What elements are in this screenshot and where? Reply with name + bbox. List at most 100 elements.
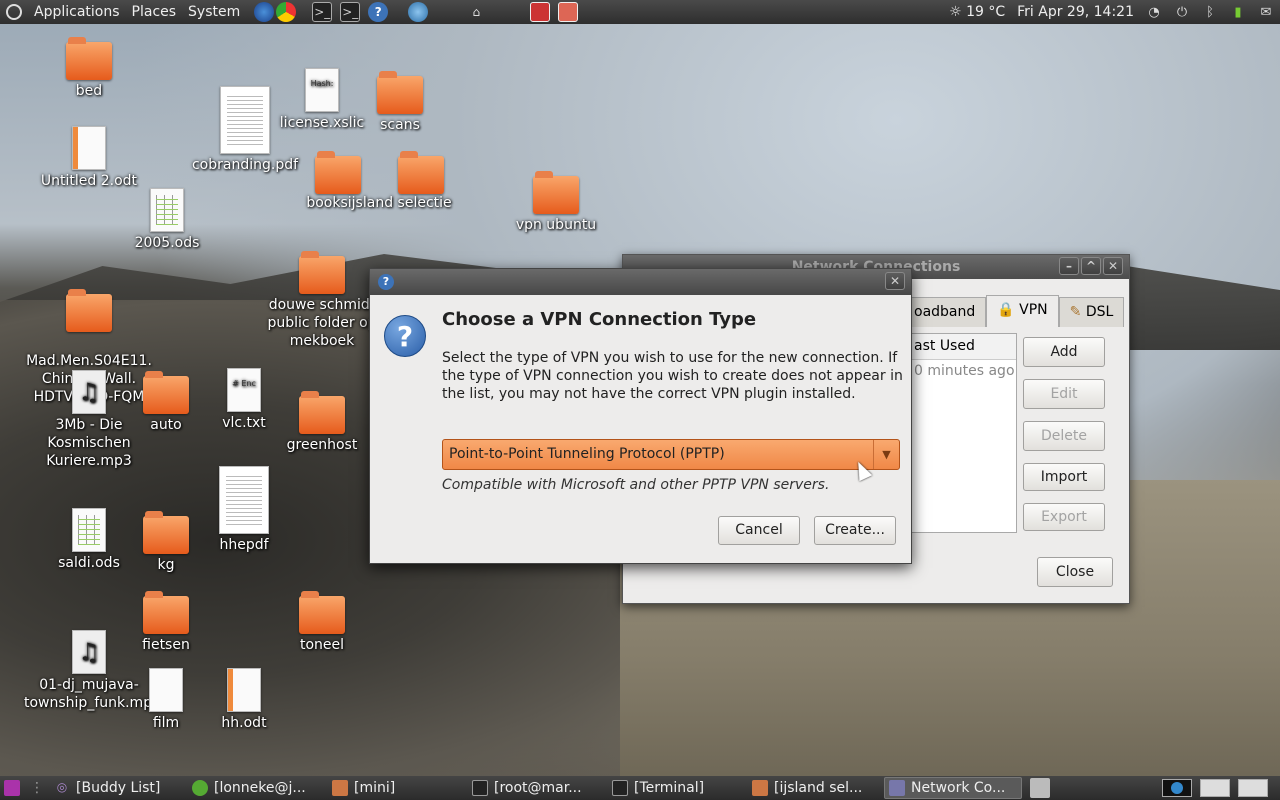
- menu-applications[interactable]: Applications: [28, 4, 126, 20]
- ubuntu-logo-icon[interactable]: [6, 4, 22, 20]
- show-desktop-button[interactable]: [0, 777, 24, 799]
- close-button[interactable]: Close: [1037, 557, 1113, 587]
- edit-button[interactable]: Edit: [1023, 379, 1105, 409]
- lock-icon: 🔒: [997, 302, 1015, 318]
- desktop-icon-label: bed: [75, 83, 103, 99]
- question-icon: ?: [378, 274, 394, 290]
- export-button[interactable]: Export: [1023, 503, 1105, 531]
- import-button[interactable]: Import: [1023, 463, 1105, 491]
- folder-icon: [752, 780, 768, 796]
- minimize-icon[interactable]: –: [1059, 257, 1079, 275]
- bottom-panel: ⋮ ◎ [Buddy List] [lonneke@j... [mini] [ro…: [0, 776, 1280, 800]
- taskbar-item-network-connections[interactable]: Network Co...: [884, 777, 1022, 799]
- tab-mobile-broadband[interactable]: oadband: [903, 297, 987, 327]
- desktop-icon-douwe-schmidt[interactable]: douwe schmidt public folder op mekboek: [257, 251, 387, 350]
- desktop-icon-hhepdf[interactable]: hhepdf: [179, 466, 309, 554]
- battery-icon[interactable]: ▮: [1230, 4, 1246, 20]
- desktop-icon-label: booksijsland selectie: [306, 195, 452, 211]
- taskbar-item-buddy-list[interactable]: ◎ [Buddy List]: [50, 777, 184, 799]
- desktop-icon-scans[interactable]: scans: [335, 71, 465, 134]
- help-launcher-icon[interactable]: ?: [368, 2, 389, 22]
- taskbar-item-lonneke[interactable]: [lonneke@j...: [188, 777, 324, 799]
- tab-vpn[interactable]: 🔒 VPN: [986, 295, 1059, 327]
- cancel-button[interactable]: Cancel: [718, 516, 800, 545]
- taskbar-item-label: [Buddy List]: [76, 780, 161, 796]
- desktop-icon: [4, 780, 20, 796]
- dialog-titlebar[interactable]: ? ✕: [370, 269, 911, 295]
- chrome-launcher-icon[interactable]: [276, 2, 297, 22]
- connection-list[interactable]: ast Used 0 minutes ago: [911, 333, 1017, 533]
- mail-icon[interactable]: ✉: [1258, 4, 1274, 20]
- desktop-icon-untitled-odt[interactable]: Untitled 2.odt: [24, 126, 154, 190]
- add-button[interactable]: Add: [1023, 337, 1105, 367]
- menu-places[interactable]: Places: [126, 4, 183, 20]
- power-icon[interactable]: ⏻: [1174, 4, 1190, 20]
- close-icon[interactable]: ✕: [1103, 257, 1123, 275]
- chat-launcher-icon[interactable]: [408, 2, 429, 22]
- desktop-icon-label: greenhost: [286, 437, 358, 453]
- taskbar-item-ijsland[interactable]: [ijsland sel...: [748, 777, 880, 799]
- column-header-last-used[interactable]: ast Used: [912, 334, 1016, 360]
- list-item[interactable]: 0 minutes ago: [912, 360, 1016, 382]
- folder-icon: [533, 171, 579, 214]
- top-panel: Applications Places System >_ >_ ? ⌂ ☼ 1…: [0, 0, 1280, 24]
- vpn-type-hint: Compatible with Microsoft and other PPTP…: [442, 477, 830, 493]
- taskbar-item-terminal[interactable]: [Terminal]: [608, 777, 744, 799]
- vpn-type-dialog: ? ✕ ? Choose a VPN Connection Type Selec…: [369, 268, 912, 564]
- wifi-icon[interactable]: ◔: [1146, 4, 1162, 20]
- taskbar-item-root[interactable]: [root@mar...: [468, 777, 604, 799]
- folder-icon: [299, 591, 345, 634]
- desktop-icon-toneel[interactable]: toneel: [257, 591, 387, 654]
- dialog-description: Select the type of VPN you wish to use f…: [442, 350, 903, 402]
- taskbar-item-label: [Terminal]: [634, 780, 705, 796]
- vpn-type-select[interactable]: Point-to-Point Tunneling Protocol (PPTP)…: [442, 439, 900, 470]
- firefox-launcher-icon[interactable]: [254, 2, 275, 22]
- menu-system[interactable]: System: [182, 4, 246, 20]
- desktop-icon-label: 2005.ods: [134, 235, 200, 251]
- chevron-down-icon[interactable]: ▼: [873, 440, 899, 469]
- bluetooth-icon[interactable]: ᛒ: [1202, 4, 1218, 20]
- desktop-icon-greenhost[interactable]: greenhost: [257, 391, 387, 454]
- workspace-1[interactable]: [1162, 779, 1192, 797]
- desktop-icon-vpn-ubuntu[interactable]: vpn ubuntu: [491, 171, 621, 234]
- text-file-icon: Hash:: [305, 68, 339, 112]
- desktop-icon-label: scans: [380, 117, 420, 133]
- delete-button[interactable]: Delete: [1023, 421, 1105, 451]
- taskbar-item-label: Network Co...: [911, 780, 1006, 796]
- vpn-type-selected-value: Point-to-Point Tunneling Protocol (PPTP): [449, 446, 725, 462]
- folder-icon: [397, 151, 444, 194]
- sun-icon: ☼: [949, 4, 962, 20]
- folder-icon: [66, 289, 112, 332]
- terminal-launcher-icon[interactable]: >_: [340, 2, 361, 22]
- close-icon[interactable]: ✕: [885, 272, 905, 290]
- workspace-2[interactable]: [1200, 779, 1230, 797]
- folder-icon: [299, 391, 345, 434]
- network-launcher-icon[interactable]: ⌂: [466, 2, 486, 22]
- desktop-icon-2005-ods[interactable]: 2005.ods: [102, 188, 232, 252]
- system-tray: ☼ 19 °C Fri Apr 29, 14:21 ◔ ⏻ ᛒ ▮ ✉: [949, 0, 1274, 24]
- workspace-3[interactable]: [1238, 779, 1268, 797]
- terminal-icon: [612, 780, 628, 796]
- weather-text: 19 °C: [966, 4, 1006, 20]
- desktop-icon-bed[interactable]: bed: [24, 37, 154, 100]
- panel-handle[interactable]: ⋮: [30, 780, 44, 796]
- weather-indicator[interactable]: ☼ 19 °C: [949, 4, 1005, 20]
- dialog-heading: Choose a VPN Connection Type: [442, 309, 757, 330]
- trash-icon[interactable]: [1030, 778, 1050, 798]
- network-icon: [889, 780, 905, 796]
- desktop-icon-label: hh.odt: [221, 715, 267, 731]
- files-launcher-icon[interactable]: [558, 2, 579, 22]
- connection-tabs: oadband 🔒 VPN ✎ DSL: [903, 295, 1125, 327]
- taskbar-item-mini[interactable]: [mini]: [328, 777, 464, 799]
- desktop-icon-booksijsland[interactable]: booksijsland selectie: [296, 151, 462, 212]
- desktop-icon-label: cobranding.pdf: [191, 157, 299, 173]
- folder-icon: [332, 780, 348, 796]
- desktop-icon-hh-odt[interactable]: hh.odt: [179, 668, 309, 732]
- screenshot-launcher-icon[interactable]: [530, 2, 551, 22]
- maximize-icon[interactable]: ^: [1081, 257, 1101, 275]
- tab-dsl[interactable]: ✎ DSL: [1058, 297, 1125, 327]
- create-button[interactable]: Create...: [814, 516, 896, 545]
- desktop-icon-label: toneel: [299, 637, 345, 653]
- clock[interactable]: Fri Apr 29, 14:21: [1017, 4, 1134, 20]
- terminal-launcher-icon[interactable]: >_: [312, 2, 333, 22]
